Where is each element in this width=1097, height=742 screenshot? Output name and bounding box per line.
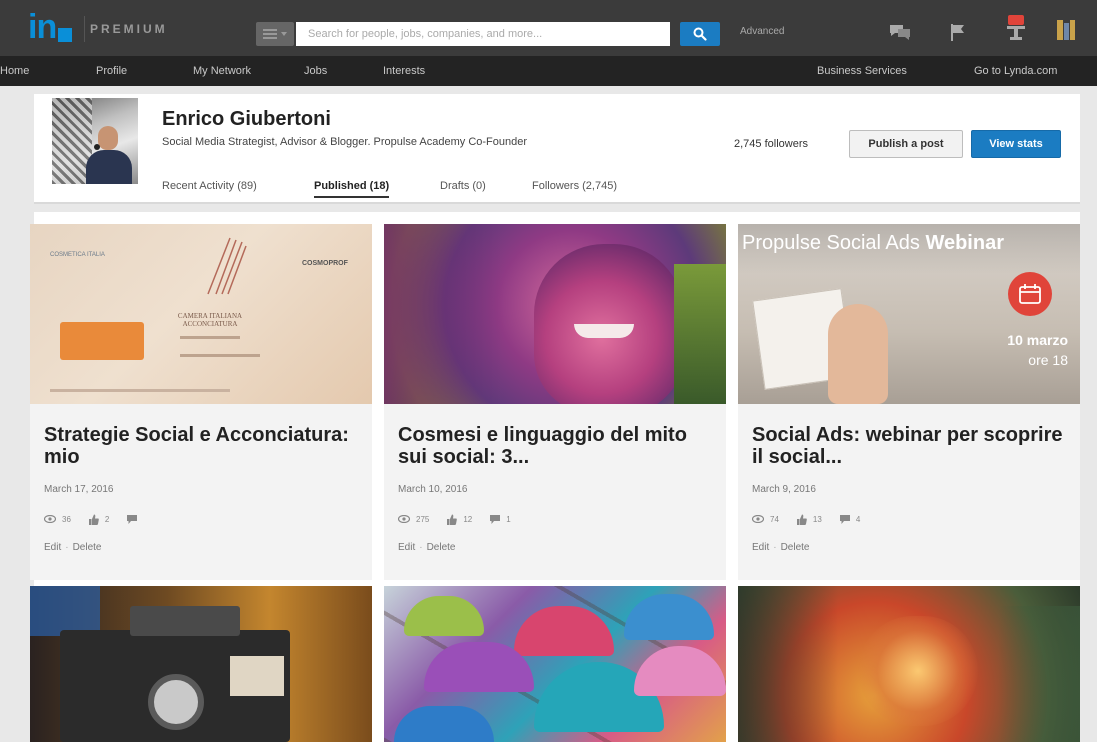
post-date: March 9, 2016 xyxy=(752,484,816,495)
chevron-down-icon xyxy=(281,32,287,36)
followers-count: 2,745 followers xyxy=(734,138,808,150)
thumbs-up-icon xyxy=(88,514,99,525)
page-content: Enrico Giubertoni Social Media Strategis… xyxy=(0,86,1097,742)
tab-drafts[interactable]: Drafts (0) xyxy=(440,180,486,196)
image-caption: Propulse Social Ads Webinar xyxy=(742,232,1004,254)
views-count: 74 xyxy=(752,515,779,524)
publish-post-button[interactable]: Publish a post xyxy=(849,130,963,158)
post-card-body: Cosmesi e linguaggio del mito sui social… xyxy=(384,404,726,580)
post-stats: 275 12 1 xyxy=(398,512,529,526)
post-actions: Edit · Delete xyxy=(752,542,810,553)
post-card-body: Strategie Social e Acconciatura: mio Mar… xyxy=(30,404,372,580)
image-caption: COSMETICA ITALIA xyxy=(50,252,105,258)
comment-icon xyxy=(839,514,850,524)
list-icon xyxy=(263,29,277,39)
views-count: 36 xyxy=(44,515,71,524)
delete-link[interactable]: Delete xyxy=(781,542,810,553)
edit-link[interactable]: Edit xyxy=(398,542,415,553)
main-navigation: Home Profile My Network Jobs Interests B… xyxy=(0,56,1097,86)
post-thumbnail[interactable] xyxy=(738,586,1080,742)
premium-label: PREMIUM xyxy=(90,22,168,36)
search-icon xyxy=(693,27,707,41)
comment-icon xyxy=(490,514,501,524)
nav-item-profile[interactable]: Profile xyxy=(96,65,127,77)
search-type-dropdown[interactable] xyxy=(256,22,294,46)
post-thumbnail[interactable]: COSMETICA ITALIA CAMERA ITALIANA ACCONCI… xyxy=(30,224,372,404)
likes-count: 13 xyxy=(796,514,822,525)
eye-icon xyxy=(398,515,410,523)
delete-link[interactable]: Delete xyxy=(73,542,102,553)
webinar-time: ore 18 xyxy=(1028,352,1068,368)
post-date: March 17, 2016 xyxy=(44,484,114,495)
comment-icon xyxy=(127,514,138,524)
calendar-icon xyxy=(1008,272,1052,316)
eye-icon xyxy=(44,515,56,523)
post-date: March 10, 2016 xyxy=(398,484,468,495)
views-count: 275 xyxy=(398,515,429,524)
search-input[interactable] xyxy=(296,22,670,46)
post-thumbnail[interactable] xyxy=(30,586,372,742)
linkedin-logo[interactable]: in xyxy=(28,8,73,46)
nav-item-my-network[interactable]: My Network xyxy=(193,65,251,77)
post-actions: Edit · Delete xyxy=(398,542,456,553)
post-thumbnail[interactable] xyxy=(384,586,726,742)
account-icon[interactable] xyxy=(1054,18,1078,42)
comments-count: 4 xyxy=(839,514,860,524)
search-button[interactable] xyxy=(680,22,720,46)
nav-item-home[interactable]: Home xyxy=(0,65,29,77)
eye-icon xyxy=(752,515,764,523)
avatar[interactable] xyxy=(52,98,138,184)
profile-header: Enrico Giubertoni Social Media Strategis… xyxy=(34,94,1080,202)
post-stats: 74 13 4 xyxy=(752,512,878,526)
nav-item-jobs[interactable]: Jobs xyxy=(304,65,327,77)
image-caption: CAMERA ITALIANA ACCONCIATURA xyxy=(177,312,243,328)
nav-item-interests[interactable]: Interests xyxy=(383,65,425,77)
view-stats-button[interactable]: View stats xyxy=(971,130,1061,158)
tab-published[interactable]: Published (18) xyxy=(314,180,390,198)
tab-followers[interactable]: Followers (2,745) xyxy=(532,180,617,196)
nav-item-business-services[interactable]: Business Services xyxy=(817,65,907,77)
top-bar: in PREMIUM Advanced xyxy=(0,0,1097,56)
post-card-body: Social Ads: webinar per scoprire il soci… xyxy=(738,404,1080,580)
flag-icon[interactable] xyxy=(946,20,970,44)
webinar-date: 10 marzo xyxy=(1007,332,1068,348)
notifications-icon[interactable] xyxy=(1004,15,1028,40)
profile-name[interactable]: Enrico Giubertoni xyxy=(162,108,331,131)
tab-recent-activity[interactable]: Recent Activity (89) xyxy=(162,180,257,196)
messages-icon[interactable] xyxy=(888,20,912,44)
nav-item-lynda[interactable]: Go to Lynda.com xyxy=(974,65,1057,77)
likes-count: 2 xyxy=(88,514,109,525)
logo-mark xyxy=(58,28,73,42)
divider xyxy=(84,16,85,42)
thumbs-up-icon xyxy=(796,514,807,525)
delete-link[interactable]: Delete xyxy=(427,542,456,553)
advanced-search-link[interactable]: Advanced xyxy=(740,26,784,37)
logo-text: in xyxy=(28,8,57,46)
post-actions: Edit · Delete xyxy=(44,542,102,553)
comments-count xyxy=(127,514,143,524)
comments-count: 1 xyxy=(490,514,511,524)
post-stats: 36 2 xyxy=(44,512,161,526)
post-title[interactable]: Strategie Social e Acconciatura: mio xyxy=(44,424,364,468)
divider xyxy=(34,202,1080,204)
likes-count: 12 xyxy=(447,514,472,525)
post-title[interactable]: Cosmesi e linguaggio del mito sui social… xyxy=(398,424,718,468)
thumbs-up-icon xyxy=(447,514,458,525)
post-title[interactable]: Social Ads: webinar per scoprire il soci… xyxy=(752,424,1072,468)
profile-headline: Social Media Strategist, Advisor & Blogg… xyxy=(162,136,528,148)
post-thumbnail[interactable]: Propulse Social Ads Webinar 10 marzo ore… xyxy=(738,224,1080,404)
image-caption: COSMOPROF xyxy=(302,260,348,267)
edit-link[interactable]: Edit xyxy=(752,542,769,553)
edit-link[interactable]: Edit xyxy=(44,542,61,553)
post-thumbnail[interactable] xyxy=(384,224,726,404)
